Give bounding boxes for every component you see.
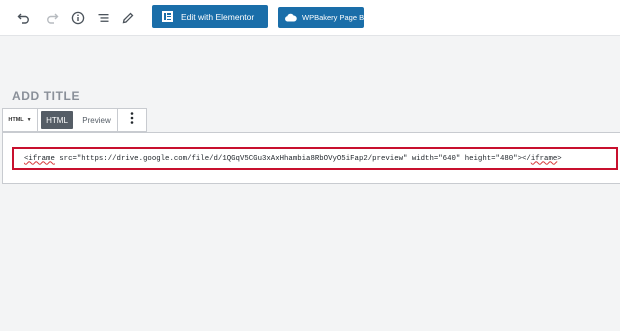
redo-icon[interactable] (43, 9, 61, 27)
cloud-icon (284, 9, 297, 27)
tab-html[interactable]: HTML (41, 111, 73, 129)
block-toolbar: HTML ▼ HTML Preview (2, 108, 147, 132)
block-type-switcher[interactable]: HTML ▼ (3, 109, 38, 131)
code-end: > (557, 154, 562, 163)
code-close-tag: iframe (530, 154, 558, 163)
more-vertical-icon (130, 111, 134, 130)
pencil-icon[interactable] (119, 9, 137, 27)
html-code-text: <iframe src="https://drive.google.com/fi… (14, 155, 562, 163)
elementor-logo-icon (162, 11, 173, 22)
wpbakery-page-builder-button[interactable]: WPBakery Page Builder (278, 7, 382, 28)
list-icon[interactable] (95, 9, 113, 27)
code-body: src="https://drive.google.com/file/d/1QG… (54, 154, 531, 163)
code-open-tag: <iframe (24, 154, 55, 163)
html-code-textarea[interactable]: <iframe src="https://drive.google.com/fi… (12, 147, 618, 170)
elementor-button-label: Edit with Elementor (181, 11, 255, 22)
more-options-button[interactable] (118, 109, 146, 131)
info-icon[interactable] (69, 9, 87, 27)
edit-with-elementor-button[interactable]: Edit with Elementor (152, 5, 268, 28)
post-title-input[interactable]: ADD TITLE (12, 89, 80, 103)
wpbakery-button-label: WPBakery Page Builder (302, 13, 383, 22)
undo-icon[interactable] (15, 9, 33, 27)
tab-preview[interactable]: Preview (76, 109, 118, 131)
editor-top-toolbar: Edit with Elementor WPBakery Page Builde… (0, 0, 620, 36)
caret-down-icon: ▼ (26, 117, 32, 123)
block-type-label: HTML (8, 117, 24, 123)
